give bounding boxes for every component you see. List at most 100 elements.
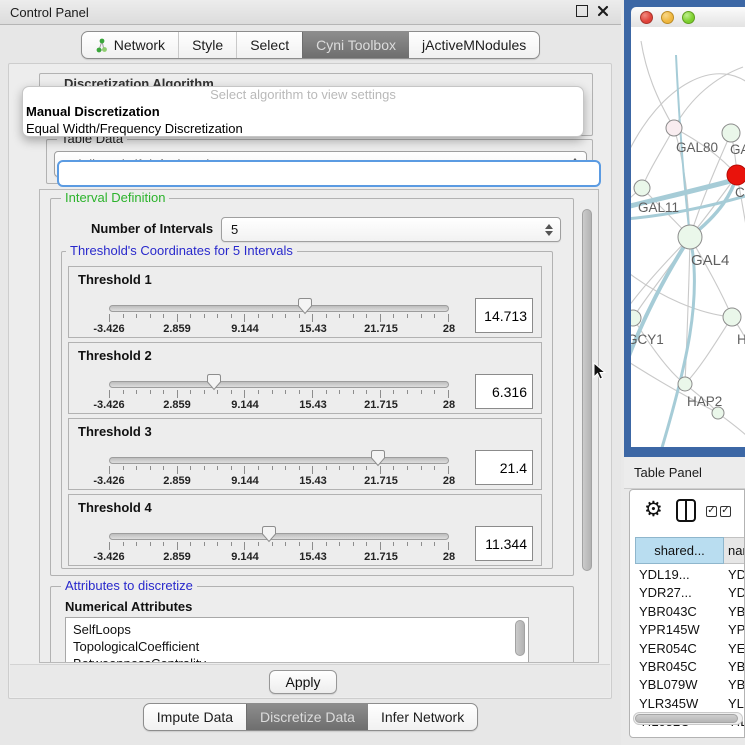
bottom-tab-label: Impute Data [157,709,233,725]
bottom-tab-bar: Impute Data Discretize Data Infer Network [0,703,621,731]
network-node-label: HAP2 [687,394,722,409]
table-row[interactable]: YER054CYER054C [630,641,745,659]
slider-tick-labels: -3.4262.8599.14415.4321.71528 [109,323,449,336]
threshold-panel-3: Threshold 3-3.4262.8599.14415.4321.71528… [68,418,542,490]
network-node-gcy1[interactable] [631,310,641,326]
close-traffic-light-icon[interactable] [640,11,653,24]
combobox-arrows-icon [545,218,553,241]
thresholds-group: Threshold's Coordinates for 5 Intervals … [61,251,553,569]
apply-button[interactable]: Apply [269,670,337,694]
column-header-shared[interactable]: shared... [635,537,724,564]
bottom-tab-infer-network[interactable]: Infer Network [368,704,477,730]
cell-name: YDR27 [728,585,745,600]
cell-shared-name: YBR045C [639,659,697,674]
slider-ticks [109,542,449,550]
cell-name: YBL079W [728,677,745,692]
minimize-traffic-light-icon[interactable] [661,11,674,24]
attribute-list-item[interactable]: TopologicalCoefficient [66,638,528,655]
threshold-slider-thumb[interactable] [370,449,386,467]
table-horizontal-scrollbar[interactable] [633,712,743,725]
threshold-slider-track[interactable] [109,457,449,464]
threshold-label: Threshold 2 [78,348,152,363]
threshold-slider-thumb[interactable] [261,525,277,543]
network-icon [95,38,109,53]
table-row[interactable]: YPR145WYPR145W [630,622,745,640]
threshold-slider-track[interactable] [109,533,449,540]
network-node-hap2[interactable] [678,377,692,391]
table-row[interactable]: YBL079WYBL079W [630,677,745,695]
settings-scroll-panel: Interval Definition Number of Intervals … [39,189,599,663]
network-node-label: GCY1 [631,332,664,347]
tab-select[interactable]: Select [236,32,302,58]
settings-panel-scrollbar[interactable] [580,192,595,662]
table-panel: ⚙ ✓ ✓ shared... name YDL19...YDL19YDR27.… [629,489,745,738]
number-of-intervals-label: Number of Intervals [91,221,213,236]
table-row[interactable]: YDL19...YDL19 [630,567,745,585]
table-row[interactable]: YBR043CYBR043C [630,604,745,622]
network-node-c[interactable] [727,165,745,185]
threshold-panel-1: Threshold 1-3.4262.8599.14415.4321.71528… [68,266,542,338]
tab-style[interactable]: Style [178,32,236,58]
table-panel-toolbar: ⚙ ✓ ✓ [630,490,744,534]
algorithm-combobox[interactable] [57,160,601,187]
column-header-name[interactable]: name [724,537,745,564]
network-node-label: H [737,332,745,347]
cell-shared-name: YDR27... [639,585,692,600]
tab-jactivemnodules[interactable]: jActiveMNodules [409,32,539,58]
bottom-tab-impute-data[interactable]: Impute Data [144,704,246,730]
threshold-value-field[interactable]: 14.713 [475,298,533,333]
checkbox-icon[interactable]: ✓ [720,506,731,517]
network-window-titlebar[interactable] [631,7,745,27]
zoom-traffic-light-icon[interactable] [682,11,695,24]
bottom-tab-label: Infer Network [381,709,464,725]
tab-label: Network [114,37,165,53]
columns-icon[interactable] [676,499,696,522]
dropdown-option-equal-width[interactable]: Equal Width/Frequency Discretization [23,120,583,137]
network-node-label: GAL11 [638,200,679,215]
tab-label: jActiveMNodules [422,37,526,53]
network-node-gal80[interactable] [666,120,682,136]
network-canvas[interactable]: GAL80GACGAL11GAL4GCY1HHAP2 [631,27,745,447]
bottom-tab-label: Discretize Data [260,709,355,725]
dropdown-option-manual-discretization[interactable]: Manual Discretization [23,103,583,120]
threshold-value-field[interactable]: 11.344 [475,526,533,561]
algorithm-dropdown-popup: Select algorithm to view settings Manual… [22,86,584,137]
checkbox-icon[interactable]: ✓ [706,506,717,517]
threshold-value-field[interactable]: 21.4 [475,450,533,485]
network-node-label: C [735,185,745,200]
threshold-value-field[interactable]: 6.316 [475,374,533,409]
cell-shared-name: YDL19... [639,567,690,582]
threshold-slider-track[interactable] [109,305,449,312]
attributes-list-scrollbar[interactable] [513,618,528,663]
float-icon[interactable] [576,5,588,17]
cell-name: YBR045C [728,659,745,674]
control-panel-titlebar: Control Panel [0,0,621,25]
table-row[interactable]: YDR27... YDR27 [630,585,745,603]
interval-definition-group-title: Interval Definition [61,190,169,205]
threshold-slider-thumb[interactable] [297,297,313,315]
interval-definition-group: Interval Definition Number of Intervals … [50,198,574,576]
network-node-gal4[interactable] [678,225,702,249]
bottom-tab-discretize-data[interactable]: Discretize Data [246,704,368,730]
attribute-list-item[interactable]: SelfLoops [66,621,528,638]
thresholds-group-title: Threshold's Coordinates for 5 Intervals [66,243,297,258]
network-node-gal11[interactable] [634,180,650,196]
threshold-slider-track[interactable] [109,381,449,388]
gear-icon[interactable]: ⚙ [644,499,663,520]
table-row[interactable]: YBR045C YBR045C [630,659,745,677]
cell-shared-name: YER054C [639,641,697,656]
dropdown-prompt: Select algorithm to view settings [23,87,583,103]
cell-name: YPR145W [728,622,745,637]
cell-name: YBR043C [728,604,745,619]
threshold-slider-thumb[interactable] [206,373,222,391]
network-node-ga[interactable] [722,124,740,142]
tab-network[interactable]: Network [82,32,178,58]
tab-cyni-toolbox[interactable]: Cyni Toolbox [302,32,409,58]
attribute-list-item[interactable]: BetweennessCentrality [66,655,528,663]
numerical-attributes-list[interactable]: SelfLoopsTopologicalCoefficientBetweenne… [65,617,529,663]
threshold-panel-4: Threshold 4-3.4262.8599.14415.4321.71528… [68,494,542,566]
number-of-intervals-combobox[interactable]: 5 [221,217,561,242]
network-node-h[interactable] [723,308,741,326]
close-icon[interactable] [597,5,609,17]
threshold-label: Threshold 4 [78,500,152,515]
